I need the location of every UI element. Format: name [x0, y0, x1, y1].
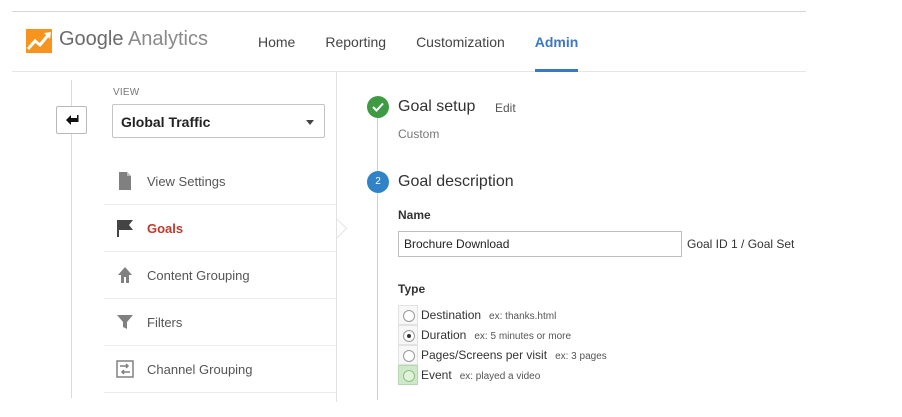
goal-setup-edit-link[interactable]: Edit: [495, 101, 516, 115]
goal-description-title: Goal description: [398, 173, 514, 190]
sidebar-item-view-settings[interactable]: View Settings: [104, 158, 336, 205]
admin-view-menu: View Settings Goals Content Grouping Fil…: [104, 158, 336, 393]
type-option-label: Destination: [421, 308, 482, 322]
radio-duration[interactable]: [398, 325, 418, 345]
type-option-example: ex: 5 minutes or more: [474, 331, 572, 342]
main-divider: [336, 72, 337, 402]
sidebar-item-label: Goals: [147, 221, 184, 236]
chevron-down-icon: [306, 120, 314, 125]
goal-name-input[interactable]: [398, 231, 682, 257]
type-option-example: ex: 3 pages: [555, 351, 607, 362]
view-select-value: Global Traffic: [121, 114, 211, 130]
sidebar-item-label: View Settings: [147, 174, 226, 189]
radio-pages-screens[interactable]: [398, 345, 418, 365]
sidebar-item-filters[interactable]: Filters: [104, 299, 336, 346]
analytics-admin-page: Google Analytics Home Reporting Customiz…: [0, 0, 902, 417]
nav-admin[interactable]: Admin: [534, 12, 578, 72]
name-label: Name: [398, 208, 431, 222]
radio-destination[interactable]: [398, 305, 418, 325]
nav-customization[interactable]: Customization: [416, 12, 505, 72]
person-walking-icon: [118, 267, 132, 283]
goal-id-text: Goal ID 1 / Goal Set: [687, 237, 795, 251]
funnel-icon: [117, 315, 133, 329]
nav-home[interactable]: Home: [258, 12, 295, 72]
sidebar-item-channel-grouping[interactable]: Channel Grouping: [104, 346, 336, 393]
analytics-logo-icon: [26, 29, 52, 53]
sidebar-item-label: Filters: [147, 315, 183, 330]
step-complete-icon: [367, 96, 389, 118]
type-option-example: ex: played a video: [459, 371, 541, 382]
sidebar-item-goals[interactable]: Goals: [104, 205, 336, 252]
view-select[interactable]: Global Traffic: [112, 104, 325, 138]
checkmark-icon: [372, 102, 384, 112]
goal-setup-value: Custom: [398, 127, 440, 141]
step-connector-line: [377, 118, 378, 400]
type-option-label: Event: [421, 368, 452, 382]
back-arrow-icon: [66, 115, 79, 125]
document-icon: [119, 172, 131, 190]
type-option-label: Pages/Screens per visit: [421, 348, 548, 362]
main-nav: Home Reporting Customization Admin: [258, 12, 608, 72]
nav-reporting[interactable]: Reporting: [325, 12, 386, 72]
view-label: VIEW: [113, 87, 140, 98]
goal-setup-title: Goal setup: [398, 98, 476, 115]
type-label: Type: [398, 282, 426, 296]
logo-product: Analytics: [127, 28, 208, 50]
radio-event[interactable]: [398, 365, 418, 385]
channel-grouping-icon: [116, 360, 134, 378]
logo-brand: Google: [59, 28, 124, 50]
type-option-example: ex: thanks.html: [489, 311, 557, 322]
sidebar-item-label: Channel Grouping: [147, 362, 253, 377]
back-button[interactable]: [56, 106, 87, 134]
sidebar-item-label: Content Grouping: [147, 268, 250, 283]
product-logo-text[interactable]: Google Analytics: [59, 28, 208, 51]
flag-icon: [117, 220, 133, 237]
step-number-badge: 2: [367, 171, 389, 193]
sidebar-item-content-grouping[interactable]: Content Grouping: [104, 252, 336, 299]
top-header: Google Analytics Home Reporting Customiz…: [12, 11, 806, 72]
type-option-label: Duration: [421, 328, 467, 342]
